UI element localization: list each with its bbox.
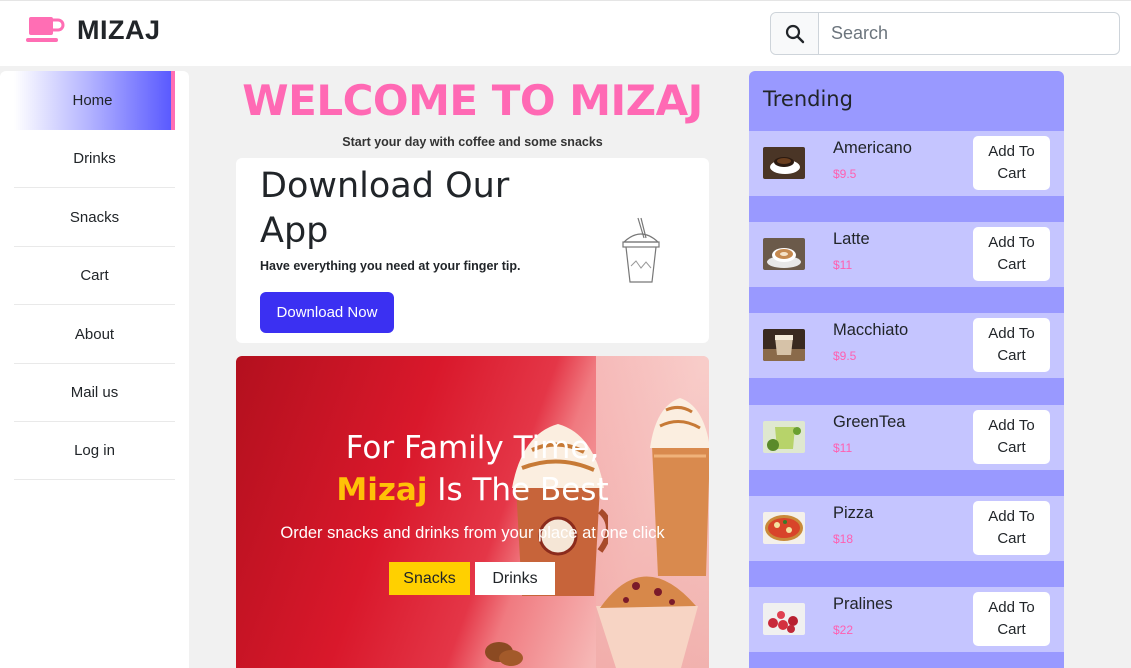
sidebar-item-drinks[interactable]: Drinks: [14, 129, 175, 188]
trend-item-name: Latte: [833, 230, 870, 248]
trending-item-greentea: GreenTea $11 Add To Cart: [749, 405, 1064, 470]
trend-item-name: Americano: [833, 139, 912, 157]
add-to-cart-button[interactable]: Add To Cart: [973, 136, 1050, 190]
trend-item-name: Pralines: [833, 595, 893, 613]
trend-item-name: Macchiato: [833, 321, 909, 339]
macchiato-thumbnail: [763, 329, 805, 361]
trending-title: Trending: [763, 87, 853, 111]
muffin-image: [596, 576, 698, 668]
download-now-button[interactable]: Download Now: [260, 292, 394, 333]
sidebar-item-about[interactable]: About: [14, 305, 175, 364]
trend-item-price: $11: [833, 258, 853, 272]
search-icon: [785, 24, 804, 43]
iced-drink-icon: [622, 217, 660, 283]
download-app-card: Download Our App Have everything you nee…: [236, 158, 709, 343]
trend-item-price: $11: [833, 441, 853, 455]
americano-thumbnail: [763, 147, 805, 179]
top-navbar: MIZAJ: [0, 0, 1131, 66]
trending-item-pralines: Pralines $22 Add To Cart: [749, 587, 1064, 652]
trending-item-americano: Americano $9.5 Add To Cart: [749, 131, 1064, 196]
trend-item-price: $18: [833, 532, 854, 546]
add-to-cart-button[interactable]: Add To Cart: [973, 501, 1050, 555]
hero-banner: For Family Time, Mizaj Is The Best Order…: [236, 356, 709, 668]
sidebar-item-snacks[interactable]: Snacks: [14, 188, 175, 247]
search-input[interactable]: [819, 13, 1119, 54]
trending-panel: Trending Americano $9.5 Add To Cart Latt…: [749, 71, 1064, 668]
hero-brand-highlight: Mizaj: [336, 472, 428, 508]
sidebar-item-home[interactable]: Home: [14, 71, 175, 130]
promo-subtitle: Have everything you need at your finger …: [260, 259, 521, 273]
trending-item-latte: Latte $11 Add To Cart: [749, 222, 1064, 287]
tagline: Start your day with coffee and some snac…: [342, 135, 603, 149]
trending-item-pizza: Pizza $18 Add To Cart: [749, 496, 1064, 561]
latte-thumbnail: [763, 238, 805, 270]
pizza-thumbnail: [763, 512, 805, 544]
welcome-heading: WELCOME TO MIZAJ: [242, 76, 703, 125]
hero-heading-line2: Mizaj Is The Best: [236, 472, 709, 508]
hero-subtitle: Order snacks and drinks from your place …: [280, 524, 665, 542]
sidebar-item-cart[interactable]: Cart: [14, 246, 175, 305]
brand-name[interactable]: MIZAJ: [77, 15, 161, 46]
sidebar-item-mail-us[interactable]: Mail us: [14, 363, 175, 422]
coffee-cup-icon[interactable]: [26, 15, 66, 45]
greentea-thumbnail: [763, 421, 805, 453]
pecan-image: [485, 642, 523, 666]
snacks-button[interactable]: Snacks: [389, 562, 470, 595]
trend-item-name: Pizza: [833, 504, 874, 522]
sidebar-item-log-in[interactable]: Log in: [14, 421, 175, 480]
trend-item-name: GreenTea: [833, 413, 906, 431]
hero-heading-rest: Is The Best: [427, 472, 609, 508]
search-button[interactable]: [771, 13, 819, 54]
drinks-button[interactable]: Drinks: [475, 562, 555, 595]
trend-item-price: $9.5: [833, 349, 857, 363]
trend-item-price: $22: [833, 623, 854, 637]
hero-heading-line1: For Family Time,: [345, 430, 600, 466]
add-to-cart-button[interactable]: Add To Cart: [973, 410, 1050, 464]
add-to-cart-button[interactable]: Add To Cart: [973, 592, 1050, 646]
promo-title: Download Our App: [260, 166, 510, 251]
add-to-cart-button[interactable]: Add To Cart: [973, 318, 1050, 372]
trending-item-macchiato: Macchiato $9.5 Add To Cart: [749, 313, 1064, 378]
search-bar: [770, 12, 1120, 55]
add-to-cart-button[interactable]: Add To Cart: [973, 227, 1050, 281]
sidebar: Home Drinks Snacks Cart About Mail us Lo…: [0, 71, 189, 668]
pralines-thumbnail: [763, 603, 805, 635]
trend-item-price: $9.5: [833, 167, 857, 181]
